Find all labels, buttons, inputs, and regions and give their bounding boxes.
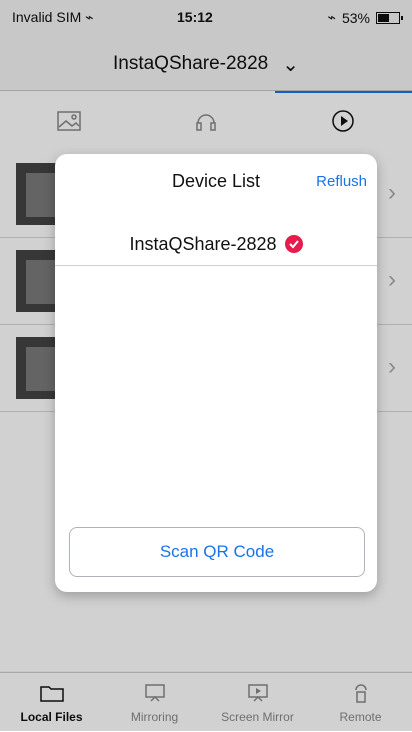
- scan-qr-button[interactable]: Scan QR Code: [69, 527, 365, 577]
- divider: [55, 265, 377, 266]
- refresh-button[interactable]: Reflush: [316, 173, 367, 190]
- modal-header: Device List Reflush: [55, 154, 377, 214]
- check-icon: [284, 235, 303, 253]
- device-item[interactable]: InstaQShare-2828: [55, 224, 377, 264]
- device-name: InstaQShare-2828: [129, 233, 277, 254]
- device-list-modal: Device List Reflush InstaQShare-2828 Sca…: [55, 154, 377, 592]
